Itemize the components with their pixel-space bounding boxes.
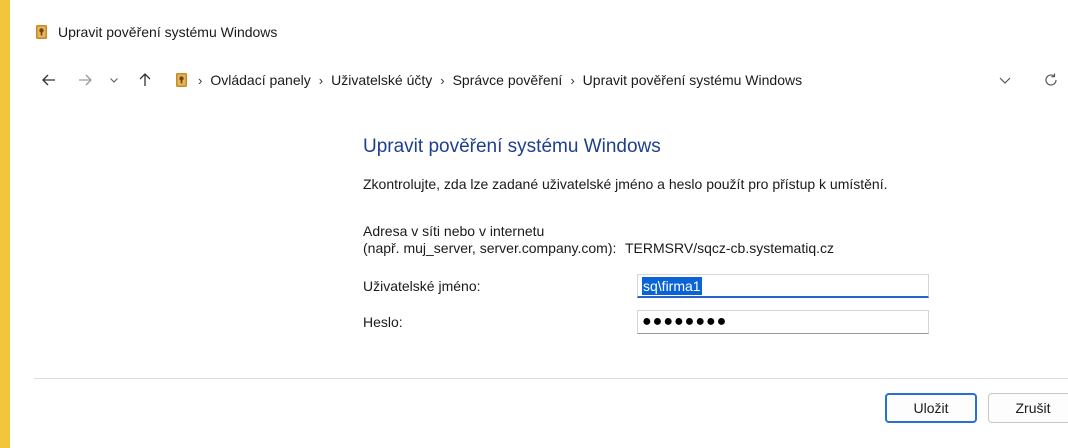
back-button[interactable] xyxy=(34,65,64,95)
address-bar-actions xyxy=(988,63,1068,97)
address-label: Adresa v síti nebo v internetu (např. mu… xyxy=(363,223,616,257)
address-dropdown-button[interactable] xyxy=(988,65,1022,95)
window-title: Upravit pověření systému Windows xyxy=(58,24,278,40)
breadcrumb-edit-credential[interactable]: Upravit pověření systému Windows xyxy=(583,72,802,88)
credential-manager-icon xyxy=(34,24,50,40)
address-label-line2: (např. muj_server, server.company.com): xyxy=(363,240,617,256)
password-field[interactable]: ●●●●●●●● xyxy=(637,310,929,334)
username-value: sq\firma1 xyxy=(642,276,702,295)
chevron-right-icon: › xyxy=(198,72,203,88)
chevron-down-icon xyxy=(109,75,119,85)
chevron-right-icon: › xyxy=(318,72,324,88)
refresh-icon xyxy=(1043,72,1059,88)
navigation-bar: › Ovládací panely › Uživatelské účty › S… xyxy=(34,62,1068,98)
password-mask: ●●●●●●●● xyxy=(642,313,728,330)
chevron-right-icon: › xyxy=(570,72,575,88)
save-button[interactable]: Uložit xyxy=(885,393,977,423)
title-bar: Upravit pověření systému Windows xyxy=(34,20,277,44)
password-label: Heslo: xyxy=(363,314,403,330)
forward-button[interactable] xyxy=(70,65,100,95)
page-title: Upravit pověření systému Windows xyxy=(363,136,661,157)
credential-manager-icon xyxy=(174,72,190,88)
breadcrumb-user-accounts[interactable]: Uživatelské účty xyxy=(331,72,432,88)
credential-form: Upravit pověření systému Windows Zkontro… xyxy=(363,136,1003,334)
address-label-line1: Adresa v síti nebo v internetu xyxy=(363,223,545,239)
footer-divider xyxy=(34,378,1068,379)
arrow-right-icon xyxy=(77,72,93,88)
window-accent-bar xyxy=(0,0,10,448)
arrow-up-icon xyxy=(137,72,153,88)
address-bar[interactable]: › Ovládací panely › Uživatelské účty › S… xyxy=(174,63,1068,97)
recent-locations-button[interactable] xyxy=(102,65,126,95)
username-label: Uživatelské jméno: xyxy=(363,278,481,294)
chevron-down-icon xyxy=(998,73,1012,87)
chevron-right-icon: › xyxy=(440,72,445,88)
refresh-button[interactable] xyxy=(1034,65,1068,95)
page-description: Zkontrolujte, zda lze zadané uživatelské… xyxy=(363,176,888,192)
breadcrumb-credential-manager[interactable]: Správce pověření xyxy=(453,72,563,88)
breadcrumb-control-panel[interactable]: Ovládací panely xyxy=(210,72,310,88)
arrow-left-icon xyxy=(41,72,57,88)
cancel-button[interactable]: Zrušit xyxy=(988,393,1068,423)
address-value: TERMSRV/sqcz-cb.systematiq.cz xyxy=(625,240,835,256)
username-field[interactable]: sq\firma1 xyxy=(637,274,929,298)
up-button[interactable] xyxy=(130,65,160,95)
